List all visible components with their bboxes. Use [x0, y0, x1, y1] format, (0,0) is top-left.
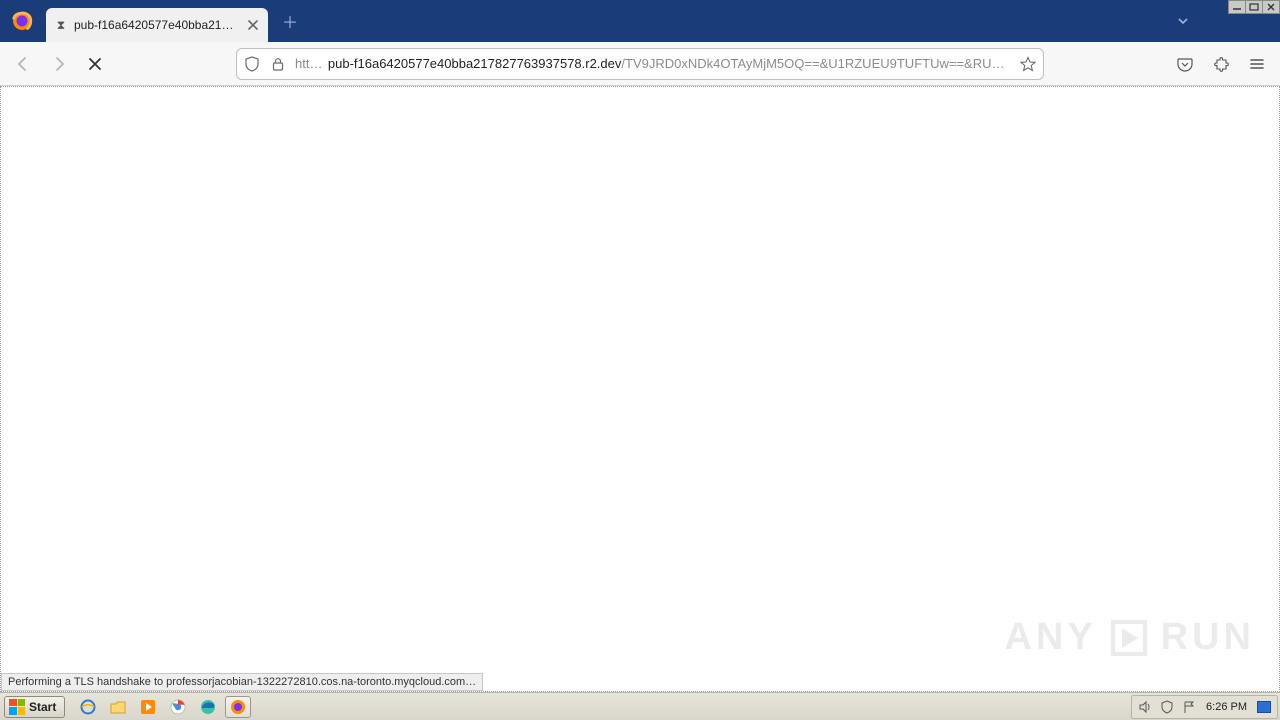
- tab-loading-icon: ⧗: [54, 18, 68, 33]
- pocket-icon[interactable]: [1170, 49, 1200, 79]
- tray-show-desktop[interactable]: [1255, 698, 1273, 716]
- tabs-overflow-button[interactable]: [1176, 14, 1190, 31]
- url-text[interactable]: https:// pub-f16a6420577e40bba2178277639…: [295, 56, 1011, 71]
- lock-icon[interactable]: [269, 55, 287, 73]
- tab-close-button[interactable]: [246, 18, 260, 32]
- nav-forward-button[interactable]: [44, 49, 74, 79]
- watermark-right: RUN: [1161, 616, 1255, 659]
- taskbar-media-icon[interactable]: [135, 696, 161, 718]
- taskbar-chrome-icon[interactable]: [165, 696, 191, 718]
- firefox-logo-icon: [10, 9, 34, 33]
- taskbar-firefox-icon[interactable]: [225, 696, 251, 718]
- url-scheme: https://: [295, 56, 328, 71]
- url-path: /TV9JRD0xNDk4OTAyMjM5OQ==&U1RZUEU9TUFTUw…: [621, 56, 1011, 71]
- tab-title: pub-f16a6420577e40bba2178277…: [74, 18, 240, 32]
- watermark-left: ANY: [1004, 616, 1096, 659]
- system-tray: 6:26 PM: [1131, 695, 1278, 719]
- nav-back-button[interactable]: [8, 49, 38, 79]
- status-bar: Performing a TLS handshake to professorj…: [1, 673, 483, 691]
- status-text: Performing a TLS handshake to professorj…: [8, 676, 476, 688]
- window-maximize-button[interactable]: [1245, 0, 1263, 14]
- url-bar[interactable]: https:// pub-f16a6420577e40bba2178277639…: [236, 48, 1044, 80]
- play-icon: [1111, 620, 1147, 656]
- tray-flag-icon[interactable]: [1180, 698, 1198, 716]
- tray-clock[interactable]: 6:26 PM: [1202, 701, 1251, 713]
- page-content: ANY RUN Performing a TLS handshake to pr…: [0, 86, 1280, 692]
- extensions-icon[interactable]: [1206, 49, 1236, 79]
- windows-logo-icon: [9, 699, 25, 715]
- shield-icon[interactable]: [243, 55, 261, 73]
- start-button[interactable]: Start: [4, 696, 65, 718]
- new-tab-button[interactable]: ＋: [276, 7, 304, 35]
- anyrun-watermark: ANY RUN: [1004, 616, 1255, 659]
- taskbar-pinned: [75, 696, 251, 718]
- app-menu-button[interactable]: [1242, 49, 1272, 79]
- browser-tab[interactable]: ⧗ pub-f16a6420577e40bba2178277…: [46, 8, 268, 42]
- browser-toolbar: https:// pub-f16a6420577e40bba2178277639…: [0, 42, 1280, 86]
- browser-titlebar: ⧗ pub-f16a6420577e40bba2178277… ＋: [0, 0, 1280, 42]
- windows-taskbar: Start 6:26 PM: [0, 692, 1280, 720]
- tray-volume-icon[interactable]: [1136, 698, 1154, 716]
- nav-stop-button[interactable]: [80, 49, 110, 79]
- window-controls: [1229, 0, 1280, 14]
- window-minimize-button[interactable]: [1228, 0, 1246, 14]
- bookmark-star-icon[interactable]: [1019, 55, 1037, 73]
- taskbar-edge-icon[interactable]: [195, 696, 221, 718]
- window-close-button[interactable]: [1262, 0, 1280, 14]
- url-host: pub-f16a6420577e40bba217827763937578.r2.…: [328, 56, 622, 71]
- taskbar-explorer-icon[interactable]: [105, 696, 131, 718]
- taskbar-ie-icon[interactable]: [75, 696, 101, 718]
- start-label: Start: [29, 700, 56, 714]
- tray-shield-icon[interactable]: [1158, 698, 1176, 716]
- toolbar-right: [1170, 49, 1272, 79]
